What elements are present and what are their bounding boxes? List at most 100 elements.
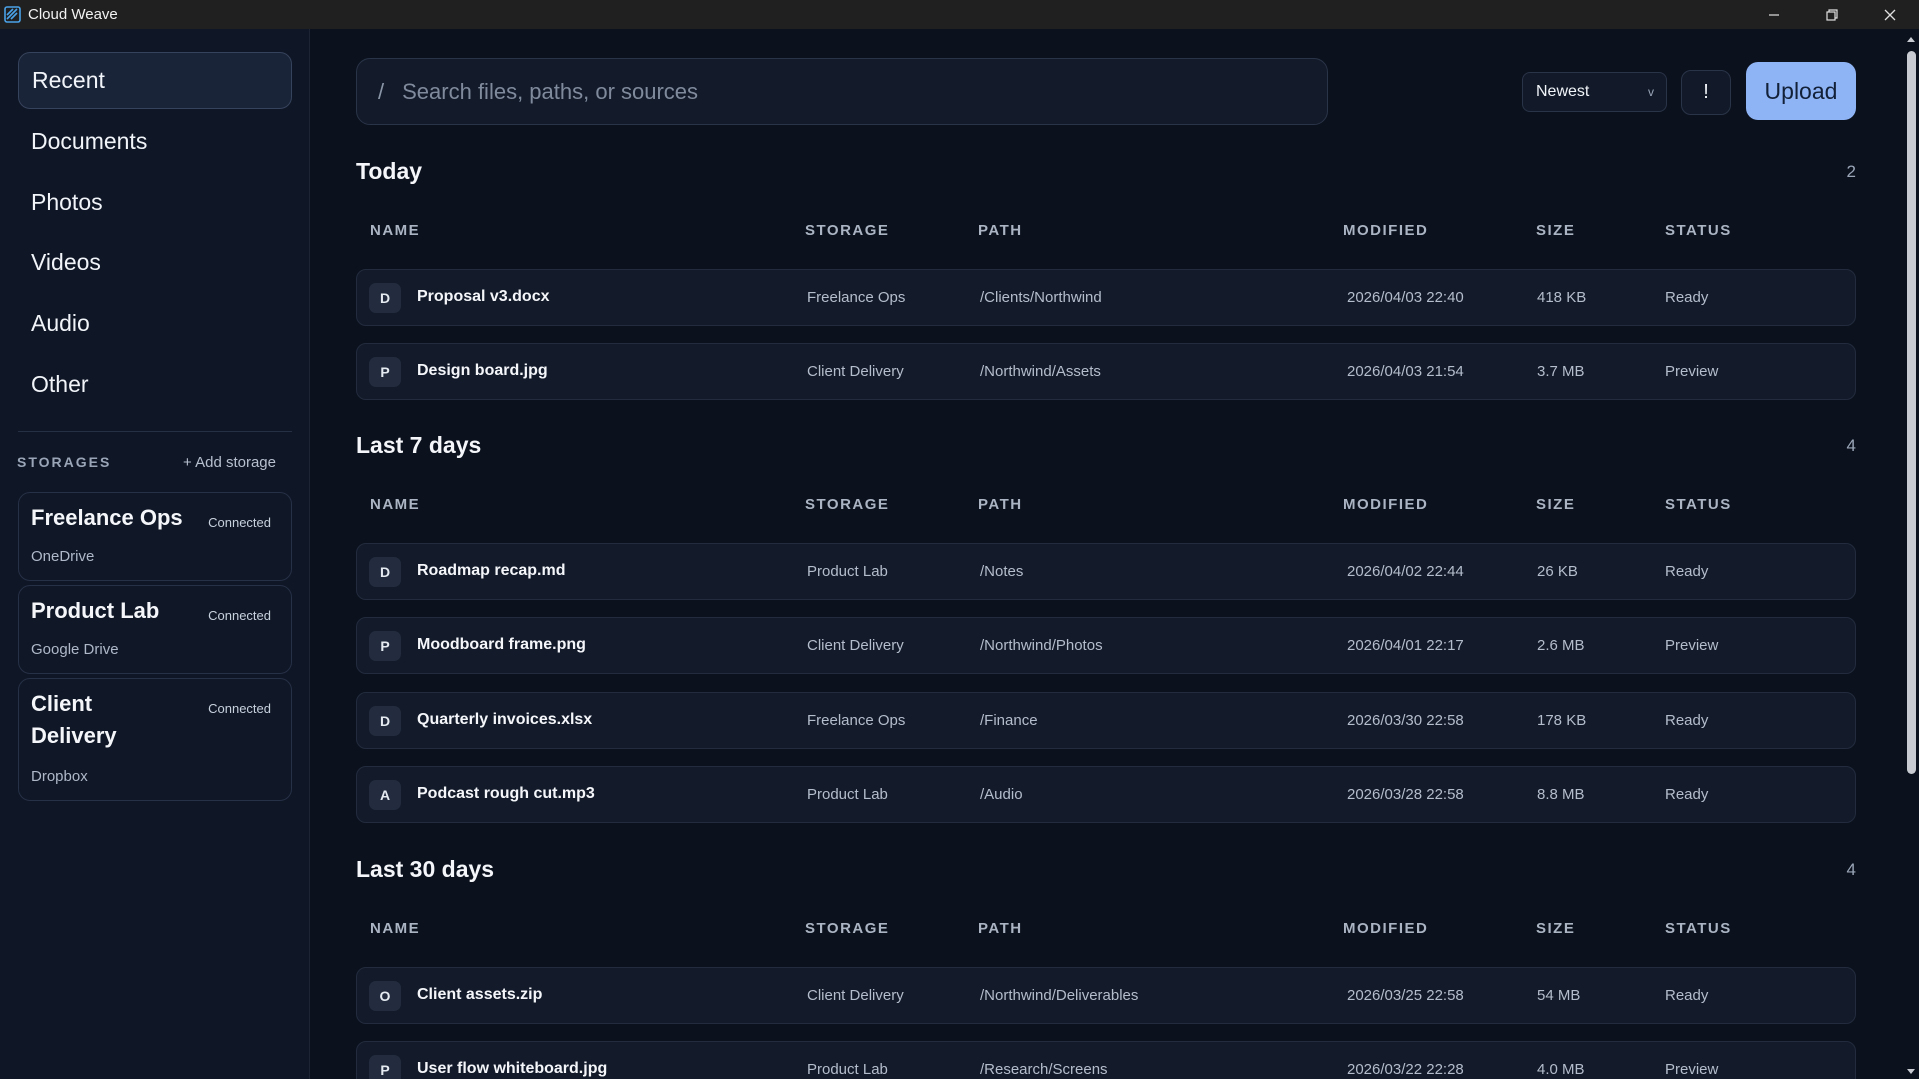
window-title: Cloud Weave: [28, 6, 118, 23]
file-modified: 2026/04/03 22:40: [1347, 289, 1464, 306]
file-status: Ready: [1665, 563, 1709, 580]
table-row[interactable]: O Client assets.zip Client Delivery/Northw…: [356, 967, 1856, 1024]
restore-icon: [1826, 8, 1838, 21]
column-header-storage[interactable]: STORAGE: [805, 496, 889, 513]
sort-value: Newest: [1536, 83, 1590, 100]
file-storage: Client Delivery: [807, 363, 904, 380]
file-path: /Audio: [980, 786, 1023, 803]
file-type-badge: D: [369, 557, 401, 587]
file-status: Ready: [1665, 289, 1709, 306]
group-title: Today: [356, 158, 423, 184]
column-header-status[interactable]: STATUS: [1665, 920, 1732, 937]
sort-select[interactable]: Newest v: [1522, 72, 1667, 112]
column-header-size[interactable]: SIZE: [1536, 920, 1575, 937]
table-row[interactable]: D Proposal v3.docx Freelance Ops/Clients/N…: [356, 269, 1856, 326]
group-title: Last 7 days: [356, 432, 482, 458]
title-bar: Cloud Weave: [0, 0, 1919, 29]
column-header-status[interactable]: STATUS: [1665, 222, 1732, 239]
nav-item-recent[interactable]: Recent: [18, 52, 292, 109]
group-count: 4: [1846, 860, 1856, 879]
column-header-path[interactable]: PATH: [978, 222, 1023, 239]
close-icon: [1884, 9, 1896, 20]
group-title: Last 30 days: [356, 856, 495, 882]
scrollbar-thumb[interactable]: [1907, 51, 1916, 774]
column-header-name[interactable]: NAME: [370, 920, 420, 937]
file-storage: Product Lab: [807, 1061, 888, 1078]
file-storage: Freelance Ops: [807, 289, 906, 306]
storage-card-product-lab[interactable]: Product Lab Connected Google Drive: [18, 585, 292, 674]
status-badge: Connected: [208, 701, 271, 716]
restore-button[interactable]: [1803, 0, 1861, 29]
file-type-badge: P: [369, 357, 401, 387]
scroll-up-icon[interactable]: [1906, 34, 1916, 44]
status-badge: Connected: [208, 515, 271, 530]
file-size: 178 KB: [1537, 712, 1587, 729]
minimize-icon: [1769, 13, 1779, 16]
column-header-storage[interactable]: STORAGE: [805, 920, 889, 937]
file-modified: 2026/03/25 22:58: [1347, 987, 1464, 1004]
storage-card-client-delivery[interactable]: Client Delivery Connected Dropbox: [18, 678, 292, 801]
table-row[interactable]: D Roadmap recap.md Product Lab/Notes 2026/0…: [356, 543, 1856, 600]
file-size: 26 KB: [1537, 563, 1578, 580]
close-button[interactable]: [1861, 0, 1919, 29]
file-path: /Notes: [980, 563, 1024, 580]
search-input[interactable]: [402, 78, 1327, 105]
table-row[interactable]: A Podcast rough cut.mp3 Product Lab/Audio 2…: [356, 766, 1856, 823]
table-row[interactable]: D Quarterly invoices.xlsx Freelance Ops/Fi…: [356, 692, 1856, 749]
file-name: Podcast rough cut.mp3: [417, 785, 595, 802]
file-path: /Northwind/Photos: [980, 637, 1103, 654]
column-header-modified[interactable]: MODIFIED: [1343, 496, 1428, 513]
group-count: 4: [1846, 436, 1856, 455]
column-header-size[interactable]: SIZE: [1536, 496, 1575, 513]
column-header-name[interactable]: NAME: [370, 496, 420, 513]
storages-heading: STORAGES: [17, 454, 112, 470]
add-storage-button[interactable]: + Add storage: [183, 454, 276, 471]
file-status: Preview: [1665, 637, 1719, 654]
scroll-down-icon[interactable]: [1906, 1067, 1916, 1077]
minimize-button[interactable]: [1745, 0, 1803, 29]
upload-button[interactable]: Upload: [1746, 62, 1856, 120]
column-header-path[interactable]: PATH: [978, 920, 1023, 937]
file-type-badge: O: [369, 981, 401, 1011]
nav-item-other[interactable]: Other: [18, 356, 292, 413]
file-name: Design board.jpg: [417, 362, 548, 379]
file-storage: Product Lab: [807, 563, 888, 580]
column-header-status[interactable]: STATUS: [1665, 496, 1732, 513]
table-row[interactable]: P Design board.jpg Client Delivery/Northwi…: [356, 343, 1856, 400]
file-modified: 2026/03/22 22:28: [1347, 1061, 1464, 1078]
file-name: Roadmap recap.md: [417, 562, 566, 579]
column-header-storage[interactable]: STORAGE: [805, 222, 889, 239]
table-row[interactable]: P Moodboard frame.png Client Delivery/Nort…: [356, 617, 1856, 674]
storage-provider: Dropbox: [31, 768, 88, 785]
file-path: /Northwind/Assets: [980, 363, 1101, 380]
file-modified: 2026/04/03 21:54: [1347, 363, 1464, 380]
scrollbar[interactable]: [1903, 29, 1919, 1079]
alert-button[interactable]: !: [1681, 70, 1731, 115]
file-path: /Northwind/Deliverables: [980, 987, 1139, 1004]
column-header-name[interactable]: NAME: [370, 222, 420, 239]
column-header-size[interactable]: SIZE: [1536, 222, 1575, 239]
file-path: /Research/Screens: [980, 1061, 1108, 1078]
table-row[interactable]: P User flow whiteboard.jpg Product Lab/Res…: [356, 1041, 1856, 1079]
nav-item-documents[interactable]: Documents: [18, 113, 292, 170]
nav-item-photos[interactable]: Photos: [18, 174, 292, 231]
file-status: Ready: [1665, 712, 1709, 729]
file-size: 54 MB: [1537, 987, 1581, 1004]
file-modified: 2026/04/01 22:17: [1347, 637, 1464, 654]
file-name: Proposal v3.docx: [417, 288, 550, 305]
search-shortcut-slash: /: [378, 78, 385, 104]
nav-item-videos[interactable]: Videos: [18, 234, 292, 291]
column-header-modified[interactable]: MODIFIED: [1343, 920, 1428, 937]
storage-card-freelance-ops[interactable]: Freelance Ops Connected OneDrive: [18, 492, 292, 581]
column-header-modified[interactable]: MODIFIED: [1343, 222, 1428, 239]
file-size: 2.6 MB: [1537, 637, 1585, 654]
nav-item-audio[interactable]: Audio: [18, 295, 292, 352]
cloud-weave-logo-icon: [4, 6, 21, 23]
file-name: Quarterly invoices.xlsx: [417, 711, 593, 728]
search-box[interactable]: /: [356, 58, 1328, 125]
file-type-badge: A: [369, 780, 401, 810]
column-header-path[interactable]: PATH: [978, 496, 1023, 513]
file-path: /Clients/Northwind: [980, 289, 1102, 306]
file-name: Client assets.zip: [417, 986, 543, 1003]
file-type-badge: P: [369, 1055, 401, 1079]
